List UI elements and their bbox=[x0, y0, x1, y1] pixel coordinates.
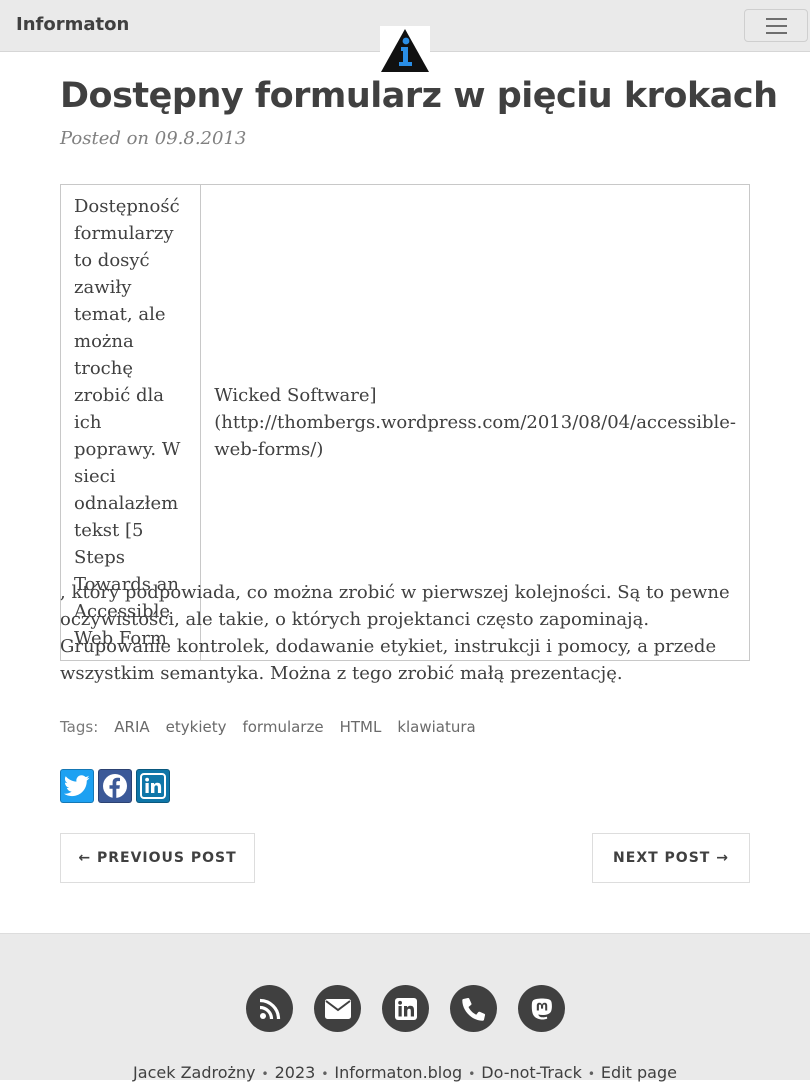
phone-link[interactable] bbox=[450, 985, 497, 1032]
tag-link[interactable]: etykiety bbox=[166, 718, 227, 736]
footer-copyright: Jacek Zadrożny • 2023 • Informaton.blog • Do-n… bbox=[0, 1063, 810, 1082]
mastodon-icon bbox=[531, 998, 552, 1019]
linkedin-icon bbox=[394, 997, 417, 1020]
separator: • bbox=[587, 1067, 595, 1081]
copyright-year: 2023 bbox=[274, 1063, 316, 1082]
next-post-button[interactable]: NEXT POST → bbox=[592, 833, 750, 883]
mastodon-link[interactable] bbox=[518, 985, 565, 1032]
share-twitter-button[interactable] bbox=[60, 769, 94, 803]
previous-post-button[interactable]: ← PREVIOUS POST bbox=[60, 833, 255, 883]
email-link[interactable] bbox=[314, 985, 361, 1032]
brand-link[interactable]: Informaton bbox=[16, 14, 129, 35]
twitter-icon bbox=[64, 775, 90, 797]
author-name: Jacek Zadrożny bbox=[133, 1063, 256, 1082]
info-logo-icon bbox=[381, 29, 429, 72]
share-facebook-button[interactable] bbox=[98, 769, 132, 803]
email-icon bbox=[324, 998, 351, 1019]
edit-page-link[interactable]: Edit page bbox=[601, 1063, 677, 1082]
phone-icon bbox=[461, 997, 485, 1021]
hamburger-icon-bar bbox=[765, 17, 787, 20]
page-title: Dostępny formularz w pięciu krokach bbox=[60, 76, 778, 116]
site-link[interactable]: Informaton.blog bbox=[334, 1063, 462, 1082]
separator: • bbox=[261, 1067, 269, 1081]
rss-icon bbox=[259, 998, 280, 1019]
linkedin-icon bbox=[140, 773, 166, 799]
tag-link[interactable]: ARIA bbox=[114, 718, 149, 736]
footer-social-links bbox=[246, 985, 565, 1032]
hamburger-icon-bar bbox=[765, 24, 787, 27]
tag-link[interactable]: formularze bbox=[242, 718, 323, 736]
share-buttons bbox=[60, 769, 170, 803]
menu-toggle-button[interactable] bbox=[744, 9, 808, 42]
post-date: Posted on 09.8.2013 bbox=[60, 128, 247, 149]
tags-label: Tags: bbox=[60, 718, 99, 736]
tag-link[interactable]: HTML bbox=[340, 718, 382, 736]
tag-link[interactable]: klawiatura bbox=[397, 718, 475, 736]
linkedin-link[interactable] bbox=[382, 985, 429, 1032]
footer: Jacek Zadrożny • 2023 • Informaton.blog • Do-n… bbox=[0, 933, 810, 1082]
logo-avatar[interactable] bbox=[380, 26, 430, 76]
hamburger-icon-bar bbox=[765, 31, 787, 34]
separator: • bbox=[468, 1067, 476, 1081]
facebook-icon bbox=[103, 774, 127, 798]
share-linkedin-button[interactable] bbox=[136, 769, 170, 803]
tags-list: Tags: ARIA etykiety formularze HTML klaw… bbox=[60, 718, 476, 736]
separator: • bbox=[321, 1067, 329, 1081]
rss-link[interactable] bbox=[246, 985, 293, 1032]
post-body-text: , który podpowiada, co można zrobić w pi… bbox=[60, 582, 730, 684]
dnt-link[interactable]: Do-not-Track bbox=[481, 1063, 582, 1082]
